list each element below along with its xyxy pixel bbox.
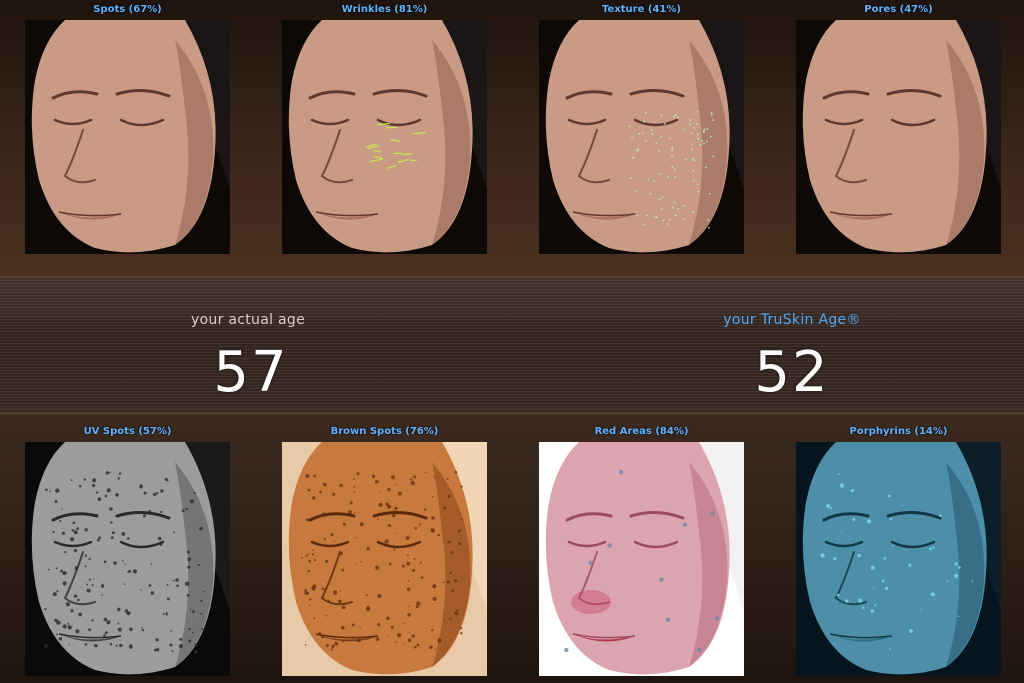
top-panel-2[interactable]: Wrinkles (81%) <box>282 2 487 254</box>
truskin-age-value: 52 <box>754 340 830 405</box>
panel-label: Wrinkles (81%) <box>341 4 428 15</box>
panel-label: Spots (67%) <box>93 4 162 15</box>
face-scan-image <box>25 442 230 676</box>
top-panel-4[interactable]: Pores (47%) <box>796 2 1001 254</box>
age-banner: your actual age 57 your TruSkin Age® 52 <box>0 276 1024 414</box>
panel-label: Brown Spots (76%) <box>330 426 439 437</box>
panel-label: Texture (41%) <box>602 4 681 15</box>
bottom-panel-1[interactable]: UV Spots (57%) <box>25 424 230 676</box>
panel-label: Pores (47%) <box>864 4 933 15</box>
face-scan-image <box>282 20 487 254</box>
panel-label: UV Spots (57%) <box>83 426 172 437</box>
panel-label: Red Areas (84%) <box>594 426 689 437</box>
bottom-panel-4[interactable]: Porphyrins (14%) <box>796 424 1001 676</box>
actual-age-value: 57 <box>213 340 289 405</box>
top-panel-3[interactable]: Texture (41%) <box>539 2 744 254</box>
face-scan-image <box>796 20 1001 254</box>
truskin-age-label: your TruSkin Age® <box>723 312 861 328</box>
face-scan-image <box>25 20 230 254</box>
bottom-panel-2[interactable]: Brown Spots (76%) <box>282 424 487 676</box>
top-panel-1[interactable]: Spots (67%) <box>25 2 230 254</box>
actual-age-label: your actual age <box>190 312 306 328</box>
face-scan-image <box>539 20 744 254</box>
panel-label: Porphyrins (14%) <box>849 426 948 437</box>
face-scan-image <box>796 442 1001 676</box>
bottom-panel-3[interactable]: Red Areas (84%) <box>539 424 744 676</box>
face-scan-image <box>282 442 487 676</box>
face-scan-image <box>539 442 744 676</box>
